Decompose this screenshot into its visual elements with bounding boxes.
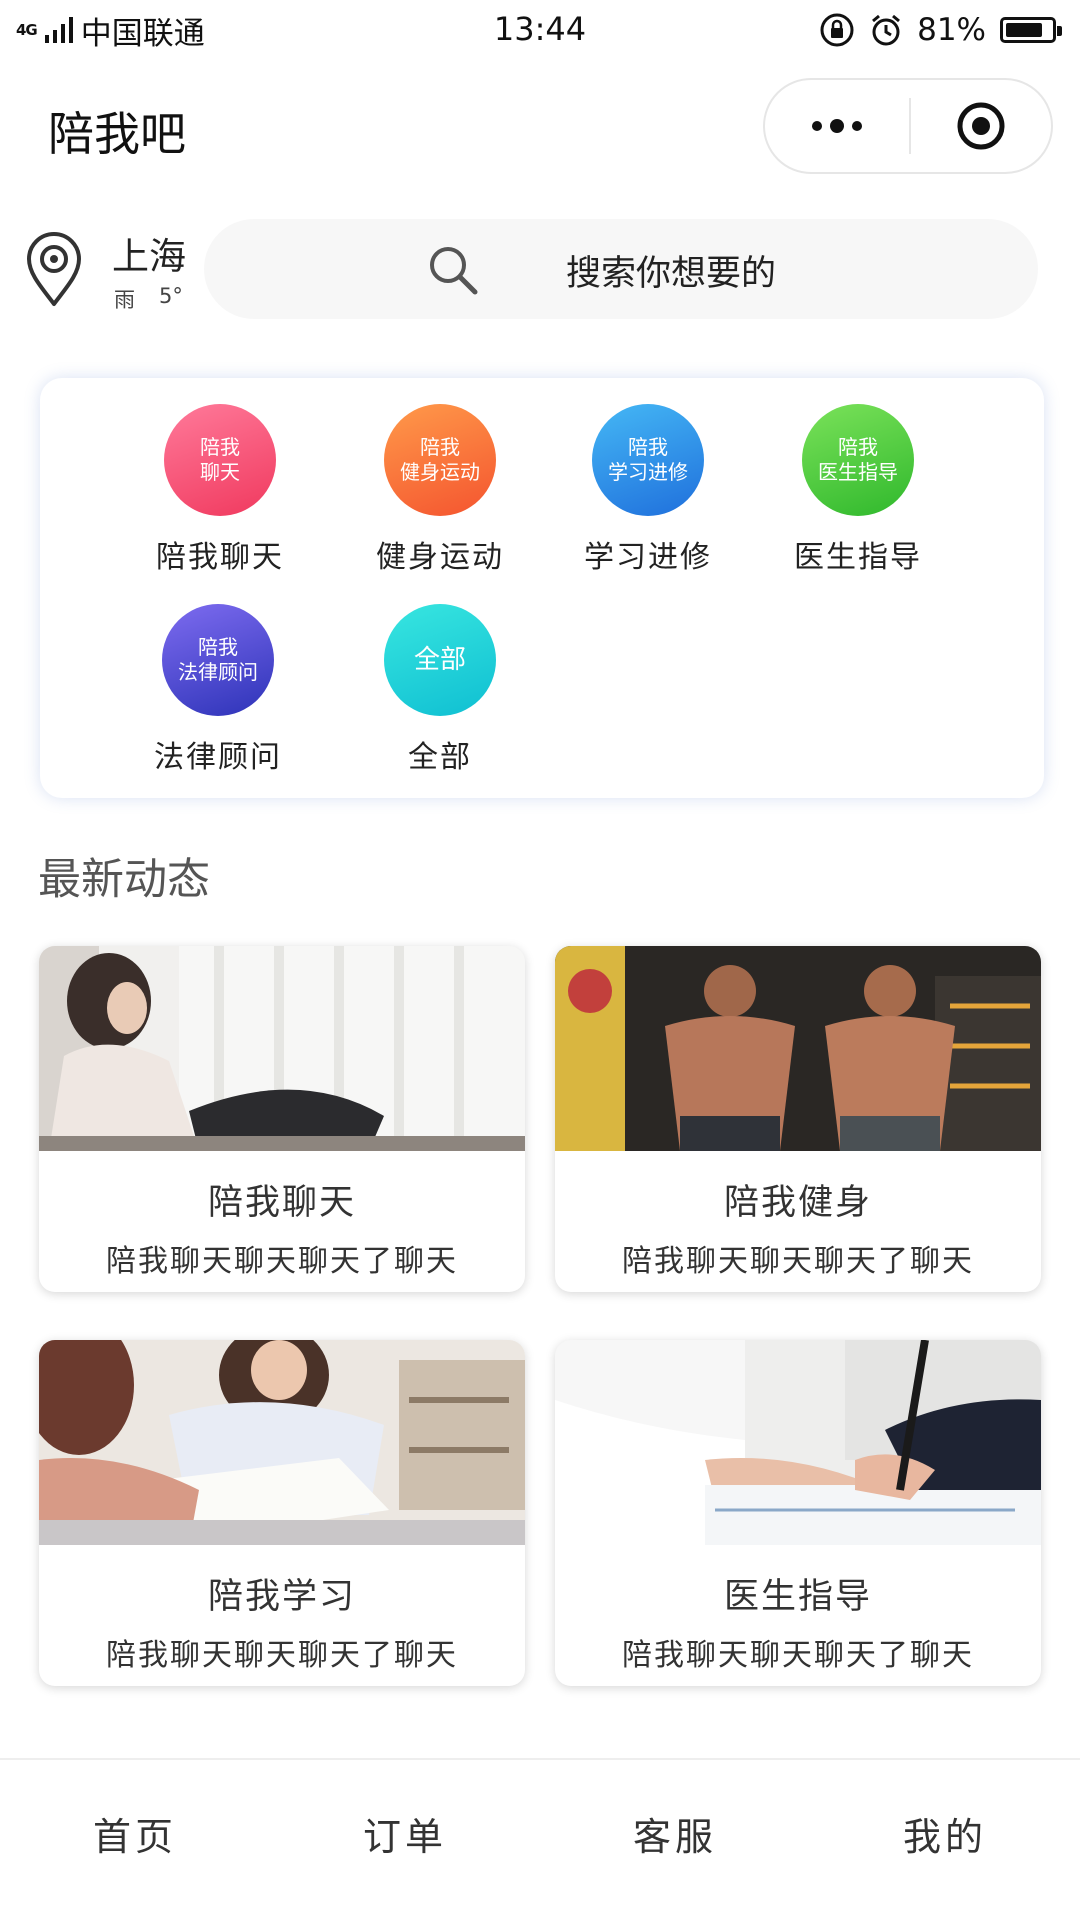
tab-home[interactable]: 首页 [0, 1806, 270, 1861]
city-name[interactable]: 上海 [112, 226, 186, 280]
category-panel: 陪我 聊天 陪我聊天 陪我 健身运动 健身运动 陪我 学习进修 学习进修 陪我 … [40, 378, 1044, 798]
category-legal-bubble: 陪我 法律顾问 [162, 604, 274, 716]
temperature: 5° [159, 284, 183, 308]
category-label: 学习进修 [584, 540, 712, 575]
post-title: 陪我聊天 [207, 1183, 356, 1223]
status-right: 81% [819, 10, 1062, 50]
weather-info: 雨 5° [114, 284, 183, 314]
category-all-bubble: 全部 [384, 604, 496, 716]
tab-customer-service[interactable]: 客服 [540, 1806, 810, 1861]
post-image-woman-on-phone [39, 946, 525, 1151]
post-image-gym-men [555, 946, 1041, 1151]
category-study-bubble: 陪我 学习进修 [592, 404, 704, 516]
search-icon [430, 247, 478, 295]
post-description: 陪我聊天聊天聊天了聊天 [622, 1638, 974, 1673]
bubble-text: 陪我 [420, 435, 460, 459]
bubble-text: 陪我 [628, 435, 668, 459]
bubble-text: 聊天 [200, 460, 240, 484]
battery-fill [1006, 23, 1042, 37]
battery-tip [1057, 26, 1062, 36]
bubble-text: 陪我 [200, 435, 240, 459]
category-chat-bubble: 陪我 聊天 [164, 404, 276, 516]
post-image-doctor-consult [555, 1340, 1041, 1545]
category-label: 全部 [408, 740, 472, 775]
section-title-latest: 最新动态 [38, 855, 210, 905]
category-chat[interactable]: 陪我 聊天 陪我聊天 [140, 404, 300, 576]
category-label: 法律顾问 [154, 740, 282, 775]
post-description: 陪我聊天聊天聊天了聊天 [106, 1638, 458, 1673]
bubble-text: 学习进修 [608, 460, 688, 484]
dot [830, 119, 844, 133]
post-card-study[interactable]: 陪我学习 陪我聊天聊天聊天了聊天 [39, 1340, 525, 1686]
more-menu-button[interactable] [765, 80, 909, 172]
category-fitness-bubble: 陪我 健身运动 [384, 404, 496, 516]
category-fitness[interactable]: 陪我 健身运动 健身运动 [360, 404, 520, 576]
status-bar: 4G 中国联通 13:44 81% [0, 0, 1080, 60]
weather-condition: 雨 [114, 288, 135, 312]
category-label: 健身运动 [376, 540, 504, 575]
post-title: 医生指导 [723, 1577, 872, 1617]
category-legal[interactable]: 陪我 法律顾问 法律顾问 [138, 604, 298, 776]
alarm-icon [872, 14, 901, 46]
rotation-lock-icon [820, 13, 854, 47]
bubble-text: 全部 [413, 644, 466, 675]
post-title: 陪我学习 [207, 1577, 356, 1617]
page-title: 陪我吧 [48, 107, 186, 161]
post-card-fitness[interactable]: 陪我健身 陪我聊天聊天聊天了聊天 [555, 946, 1041, 1292]
bubble-text: 法律顾问 [178, 660, 258, 684]
bubble-text: 陪我 [198, 635, 238, 659]
post-card-chat[interactable]: 陪我聊天 陪我聊天聊天聊天了聊天 [39, 946, 525, 1292]
post-image-studying [39, 1340, 525, 1545]
bubble-text: 健身运动 [400, 460, 480, 484]
bubble-text: 陪我 [838, 435, 878, 459]
location-pin-icon[interactable] [24, 230, 84, 308]
category-label: 医生指导 [794, 540, 922, 575]
category-all[interactable]: 全部 全部 [360, 604, 520, 776]
post-description: 陪我聊天聊天聊天了聊天 [106, 1244, 458, 1279]
mini-program-capsule [763, 78, 1053, 174]
target-close-icon [957, 102, 1005, 150]
bubble-text: 医生指导 [818, 460, 898, 484]
dot [812, 121, 822, 131]
dot [852, 121, 862, 131]
category-label: 陪我聊天 [156, 540, 284, 575]
close-button[interactable] [911, 80, 1051, 172]
tab-mine[interactable]: 我的 [810, 1806, 1080, 1861]
battery-percent: 81% [917, 12, 986, 48]
post-title: 陪我健身 [723, 1183, 872, 1223]
battery-icon [1000, 17, 1062, 43]
post-description: 陪我聊天聊天聊天了聊天 [622, 1244, 974, 1279]
tab-orders[interactable]: 订单 [270, 1806, 540, 1861]
category-doctor[interactable]: 陪我 医生指导 医生指导 [778, 404, 938, 576]
search-placeholder: 搜索你想要的 [566, 254, 777, 294]
bottom-tab-bar: 首页 订单 客服 我的 [0, 1758, 1080, 1920]
post-card-doctor[interactable]: 医生指导 陪我聊天聊天聊天了聊天 [555, 1340, 1041, 1686]
category-study[interactable]: 陪我 学习进修 学习进修 [568, 404, 728, 576]
category-doctor-bubble: 陪我 医生指导 [802, 404, 914, 516]
search-bar[interactable]: 搜索你想要的 [204, 219, 1038, 319]
